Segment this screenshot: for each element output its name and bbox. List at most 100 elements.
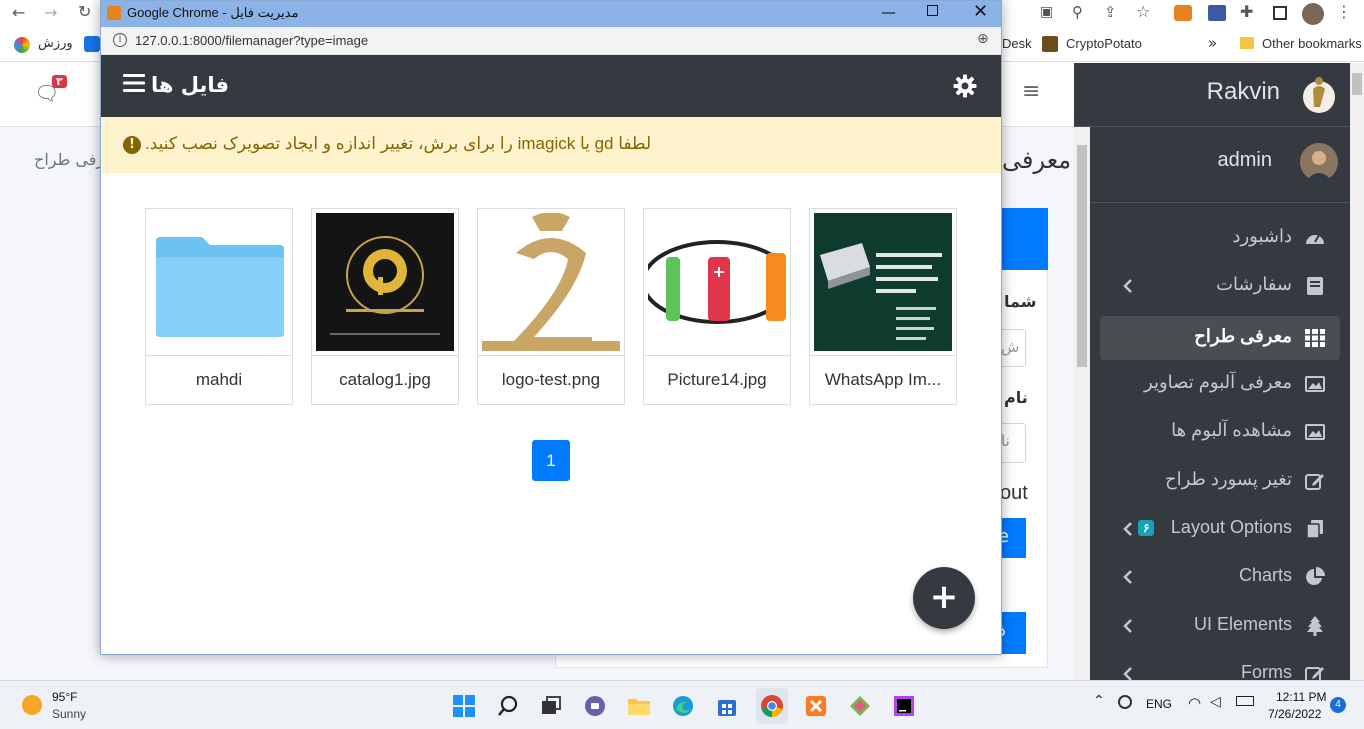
- zoom-icon[interactable]: ⚲: [1072, 3, 1083, 21]
- file-name: logo-test.png: [478, 355, 624, 405]
- search-icon[interactable]: [495, 693, 521, 719]
- chevron-left-icon: [1118, 519, 1138, 539]
- sidebar-item-change-password[interactable]: تغیر پسورد طراح: [1100, 459, 1340, 503]
- user-name: admin: [1217, 149, 1272, 171]
- chevron-left-icon: [1118, 567, 1138, 587]
- sidebar-item-designer-intro[interactable]: معرفی طراح: [1100, 316, 1340, 360]
- task-view-icon[interactable]: [538, 693, 564, 719]
- grid-icon: [1304, 327, 1326, 349]
- maximize-icon[interactable]: [927, 5, 938, 16]
- url-text[interactable]: 127.0.0.1:8000/filemanager?type=image: [135, 33, 368, 48]
- file-tile-image[interactable]: catalog1.jpg: [311, 208, 459, 405]
- sidebar-item-album-intro[interactable]: معرفی آلبوم تصاویر: [1100, 362, 1340, 406]
- book-icon: [1304, 275, 1326, 297]
- field-label-2: نام: [1004, 388, 1028, 407]
- bookmark-varzesh[interactable]: ورزش: [38, 36, 73, 51]
- clock-date[interactable]: 7/26/2022: [1268, 707, 1321, 721]
- file-tile-image[interactable]: Picture14.jpg: [643, 208, 791, 405]
- sidebar-item-label: داشبورد: [1232, 226, 1292, 246]
- file-explorer-icon[interactable]: [626, 693, 652, 719]
- varzesh-favicon: [14, 37, 30, 53]
- brand-logo-icon: [1303, 77, 1335, 113]
- settings-gear-icon[interactable]: [953, 74, 977, 98]
- share-icon[interactable]: ⇪: [1104, 3, 1117, 21]
- folder-icon: [1240, 37, 1254, 49]
- sidebar-item-dashboard[interactable]: داشبورد: [1100, 216, 1340, 260]
- add-file-button[interactable]: +: [913, 567, 975, 629]
- bookmarks-more[interactable]: »: [1208, 34, 1217, 52]
- phpstorm-icon[interactable]: [891, 693, 917, 719]
- volume-icon[interactable]: ◁: [1210, 694, 1221, 710]
- language-indicator[interactable]: ENG: [1146, 697, 1172, 711]
- edge-icon[interactable]: [670, 693, 696, 719]
- sidebar-item-orders[interactable]: سفارشات: [1100, 264, 1340, 308]
- taskbar: 95°F Sunny ⌃ ENG ◠ ◁ 12:11 PM 7/26/2022 …: [0, 680, 1364, 729]
- page-scrollbar[interactable]: [1350, 63, 1364, 680]
- sidepanel-icon[interactable]: [1273, 6, 1287, 20]
- battery-icon[interactable]: [1236, 696, 1254, 706]
- profile-avatar[interactable]: [1302, 3, 1324, 25]
- sidebar-item-label: UI Elements: [1193, 614, 1292, 634]
- menu-kebab-icon[interactable]: ⋮: [1336, 2, 1352, 21]
- sidebar-item-forms[interactable]: Forms: [1100, 652, 1340, 680]
- sidebar-item-layout-options[interactable]: ۶ Layout Options: [1100, 507, 1340, 551]
- scrollbar-thumb[interactable]: [1077, 145, 1087, 367]
- metamask-icon[interactable]: [1174, 5, 1192, 21]
- onedrive-icon[interactable]: [1118, 695, 1132, 709]
- weather-temp[interactable]: 95°F: [52, 690, 77, 704]
- image-icon: [1304, 421, 1326, 443]
- file-tile-image[interactable]: logo-test.png: [477, 208, 625, 405]
- reload-icon[interactable]: ↻: [78, 2, 91, 21]
- sidebar-item-view-albums[interactable]: مشاهده آلبوم ها: [1100, 410, 1340, 454]
- file-tile-image[interactable]: WhatsApp Im...: [809, 208, 957, 405]
- windows-start-icon[interactable]: [451, 693, 477, 719]
- file-tile-folder[interactable]: mahdi: [145, 208, 293, 405]
- catalog-thumbnail: [316, 213, 454, 351]
- sidebar-item-charts[interactable]: Charts: [1100, 555, 1340, 599]
- star-icon[interactable]: ☆: [1136, 2, 1150, 21]
- sidebar-item-label: معرفی طراح: [1194, 326, 1292, 346]
- extension-icon[interactable]: [1208, 5, 1226, 21]
- translate-icon[interactable]: ▣: [1040, 4, 1053, 20]
- store-icon[interactable]: [714, 693, 740, 719]
- navbar-menu-icon[interactable]: ≡: [1022, 79, 1040, 104]
- sidebar-item-ui-elements[interactable]: UI Elements: [1100, 604, 1340, 648]
- sidebar-item-label: سفارشات: [1216, 274, 1292, 294]
- wifi-icon[interactable]: ◠: [1188, 694, 1201, 712]
- forward-icon[interactable]: →: [44, 3, 57, 22]
- teams-chat-icon[interactable]: [582, 693, 608, 719]
- minimize-icon[interactable]: —: [881, 3, 896, 21]
- notification-badge[interactable]: 4: [1330, 697, 1346, 713]
- info-icon[interactable]: i: [113, 33, 127, 47]
- chrome-icon[interactable]: [759, 693, 785, 719]
- sun-icon: [22, 695, 42, 715]
- pagination-page-1[interactable]: 1: [532, 440, 570, 481]
- whatsapp-image-thumbnail: [814, 213, 952, 351]
- sidebar-brand[interactable]: Rakvin: [1074, 63, 1364, 127]
- bookmark-desk[interactable]: Desk: [1002, 36, 1032, 51]
- zoom-icon[interactable]: ⊕: [977, 31, 989, 47]
- puzzle-icon[interactable]: ✚: [1240, 2, 1253, 21]
- bookmark-cryptopotato[interactable]: CryptoPotato: [1066, 36, 1142, 51]
- address-bar[interactable]: i 127.0.0.1:8000/filemanager?type=image …: [101, 27, 1001, 55]
- close-icon[interactable]: ✕: [973, 1, 988, 22]
- sidebar-user-panel[interactable]: admin: [1074, 127, 1364, 203]
- dashboard-icon: [1304, 227, 1326, 249]
- bookmark-other[interactable]: Other bookmarks: [1262, 36, 1362, 51]
- sidebar-scrollbar[interactable]: [1074, 127, 1090, 680]
- weather-desc[interactable]: Sunny: [52, 707, 86, 721]
- window-titlebar[interactable]: Google Chrome - مدیریت فایل — ✕: [101, 1, 1001, 27]
- xampp-icon[interactable]: [803, 693, 829, 719]
- sidebar-item-label: Layout Options: [1170, 517, 1292, 537]
- file-name: Picture14.jpg: [644, 355, 790, 405]
- chevron-up-icon[interactable]: ⌃: [1093, 693, 1105, 709]
- gitkraken-icon[interactable]: [847, 693, 873, 719]
- back-icon[interactable]: ←: [12, 3, 25, 22]
- clock-time[interactable]: 12:11 PM: [1276, 690, 1326, 704]
- chevron-left-icon: [1118, 276, 1138, 296]
- chevron-left-icon: [1118, 664, 1138, 680]
- folder-icon: [150, 213, 288, 351]
- hamburger-menu-icon[interactable]: [123, 73, 145, 93]
- page-scrollbar-thumb[interactable]: [1352, 73, 1362, 95]
- bookmark-icon[interactable]: [84, 36, 100, 52]
